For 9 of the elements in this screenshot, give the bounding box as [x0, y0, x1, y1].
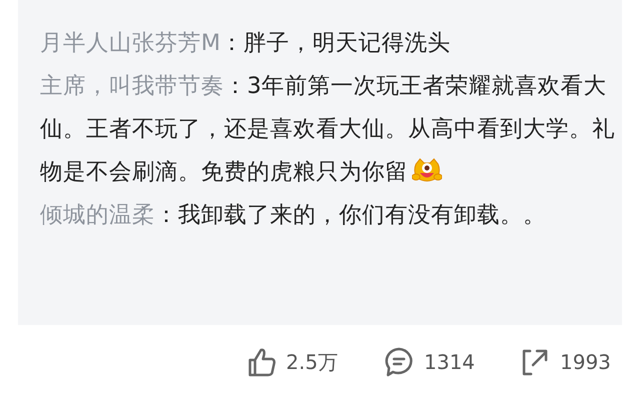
comment-icon[interactable]: [384, 347, 414, 377]
stat-count: 1314: [424, 350, 475, 374]
comment-text: 主席，叫我带节奏：3年前第一次玩王者荣耀就喜欢看大仙。王者不玩了，还是喜欢看大仙。从高中看到大学。礼物是不会刷滴。免费的虎粮只为你留: [40, 72, 615, 187]
comment-text: 月半人山张芬芳M：胖子，明天记得洗头: [40, 29, 452, 58]
share-icon[interactable]: [520, 347, 550, 377]
stat-count: 1993: [560, 350, 611, 374]
thumbs-up-icon[interactable]: [248, 347, 276, 377]
comment-text: 倾城的温柔：我卸载了来的，你们有没有卸载。。: [40, 201, 547, 230]
stat-count: 2.5万: [286, 348, 338, 376]
